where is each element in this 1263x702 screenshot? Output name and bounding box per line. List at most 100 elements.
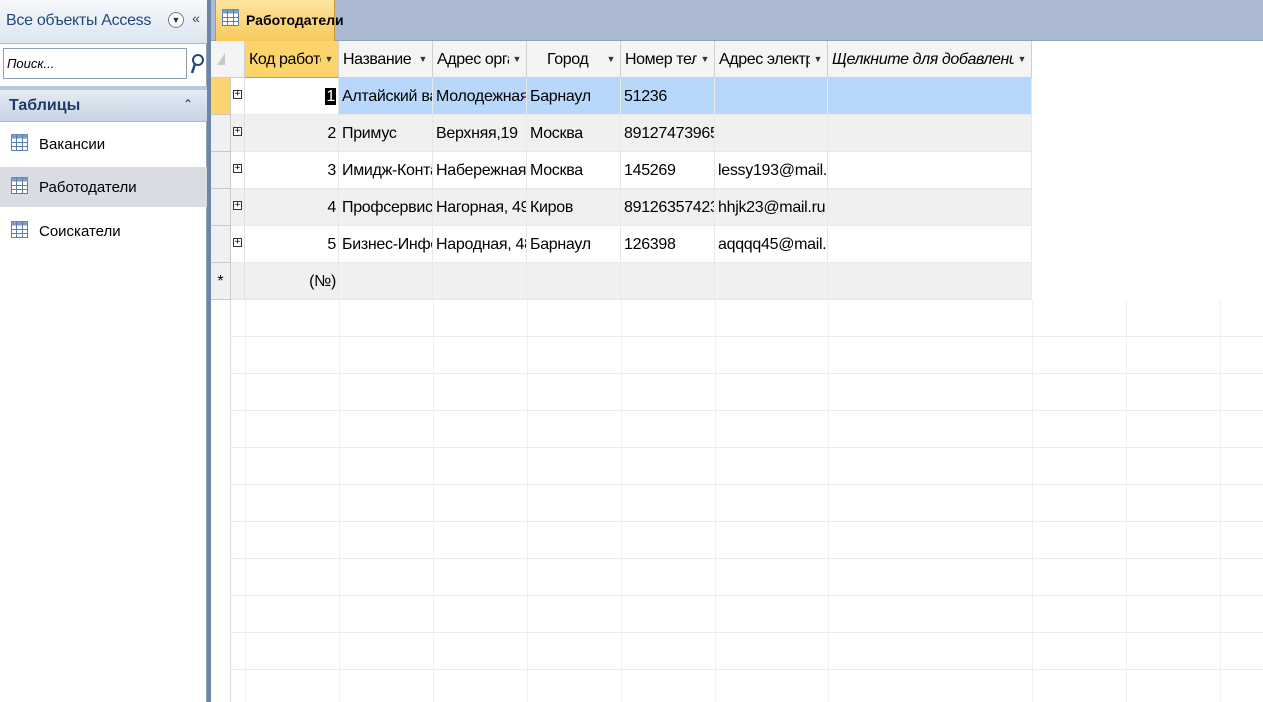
plus-icon[interactable]: + — [233, 127, 242, 136]
nav-item-applicants[interactable]: Соискатели — [0, 211, 207, 251]
record-selector[interactable] — [211, 189, 231, 226]
cell-add-field[interactable] — [828, 226, 1032, 263]
cell-phone[interactable]: 51236 — [621, 78, 715, 115]
cell-email[interactable]: lessy193@mail.ru — [715, 152, 828, 189]
document-tab-strip: Работодатели — [211, 0, 1263, 41]
new-record-marker[interactable]: * — [211, 263, 231, 300]
cell-phone[interactable]: 126398 — [621, 226, 715, 263]
cell-id[interactable]: 4 — [245, 189, 339, 226]
cell-address[interactable]: Молодежная, — [433, 78, 527, 115]
column-header-city[interactable]: Город ▼ — [527, 41, 621, 78]
column-header-id[interactable]: Код работо, ▼ — [245, 41, 339, 78]
column-header-email[interactable]: Адрес электрс ▼ — [715, 41, 828, 78]
double-chevron-left-icon[interactable]: « — [189, 10, 203, 30]
cell-add-field[interactable] — [828, 152, 1032, 189]
dropdown-arrow-icon[interactable]: ▼ — [697, 41, 709, 77]
cell-name[interactable]: Имидж-Конта — [339, 152, 433, 189]
cell-address[interactable]: Нагорная, 49 — [433, 189, 527, 226]
cell-add-field[interactable] — [828, 115, 1032, 152]
cell-city[interactable]: Москва — [527, 115, 621, 152]
record-selector[interactable] — [211, 78, 231, 115]
cell-city[interactable] — [527, 263, 621, 300]
record-selector[interactable] — [211, 226, 231, 263]
cell-address[interactable]: Верхняя,19 — [433, 115, 527, 152]
group-header-tables[interactable]: Таблицы ⌃ — [0, 90, 207, 122]
grid-line — [339, 300, 340, 702]
nav-header[interactable]: Все объекты Access ▼ « — [0, 0, 207, 44]
cell-address[interactable] — [433, 263, 527, 300]
datasheet: Код работо, ▼ Название ој ▼ Адрес оргаі ▼ Г… — [211, 41, 1263, 702]
cell-city[interactable]: Барнаул — [527, 78, 621, 115]
cell-id[interactable]: 3 — [245, 152, 339, 189]
column-header-name[interactable]: Название ој ▼ — [339, 41, 433, 78]
nav-item-employers[interactable]: Работодатели — [0, 167, 207, 207]
dropdown-arrow-icon[interactable]: ▼ — [1014, 41, 1026, 77]
record-selector[interactable] — [211, 152, 231, 189]
column-header-phone[interactable]: Номер теле ▼ — [621, 41, 715, 78]
double-chevron-up-icon[interactable]: ⌃ — [183, 97, 193, 111]
table-row[interactable]: + 2 Примус Верхняя,19 Москва 89127473965 — [211, 115, 1263, 152]
cell-email[interactable] — [715, 78, 828, 115]
column-header-add-field[interactable]: Щелкните для добавления ▼ — [828, 41, 1032, 78]
plus-icon[interactable]: + — [233, 164, 242, 173]
record-selector[interactable] — [211, 115, 231, 152]
cell-id[interactable]: 1 — [245, 78, 339, 115]
column-header-address[interactable]: Адрес оргаі ▼ — [433, 41, 527, 78]
cell-id[interactable]: 2 — [245, 115, 339, 152]
plus-icon[interactable]: + — [233, 201, 242, 210]
table-row[interactable]: + 5 Бизнес-Инфор Народная, 48 Барнаул 12… — [211, 226, 1263, 263]
dropdown-arrow-icon[interactable]: ▼ — [415, 41, 427, 77]
search-icon[interactable] — [189, 51, 205, 77]
nav-item-vacancies[interactable]: Вакансии — [0, 124, 207, 164]
subdatasheet-expander[interactable]: + — [231, 115, 245, 152]
cell-id-new[interactable]: (№) — [245, 263, 339, 300]
cell-name[interactable]: Бизнес-Инфор — [339, 226, 433, 263]
cell-city[interactable]: Барнаул — [527, 226, 621, 263]
cell-add-field[interactable] — [828, 189, 1032, 226]
subdatasheet-expander[interactable]: + — [231, 78, 245, 115]
column-header-label: Номер теле — [625, 51, 709, 68]
new-record-row[interactable]: * (№) — [211, 263, 1263, 300]
cell-email[interactable] — [715, 263, 828, 300]
cell-city[interactable]: Москва — [527, 152, 621, 189]
cell-phone[interactable]: 89127473965 — [621, 115, 715, 152]
cell-name[interactable]: Профсервис — [339, 189, 433, 226]
cell-add-field[interactable] — [828, 78, 1032, 115]
search-input[interactable] — [4, 49, 186, 78]
grid-line — [433, 300, 434, 702]
plus-icon[interactable]: + — [233, 238, 242, 247]
tab-employers[interactable]: Работодатели — [215, 0, 344, 41]
subdatasheet-expander[interactable]: + — [231, 189, 245, 226]
cell-address[interactable]: Набережная,2 — [433, 152, 527, 189]
dropdown-arrow-icon[interactable]: ▼ — [603, 41, 615, 77]
search-box[interactable] — [3, 48, 187, 79]
cell-name[interactable]: Алтайский ваг — [339, 78, 433, 115]
cell-phone[interactable] — [621, 263, 715, 300]
cell-name[interactable]: Примус — [339, 115, 433, 152]
plus-icon[interactable]: + — [233, 90, 242, 99]
nav-title[interactable]: Все объекты Access — [6, 12, 151, 30]
nav-item-label: Работодатели — [39, 179, 137, 196]
cell-phone[interactable]: 89126357423 — [621, 189, 715, 226]
cell-name[interactable] — [339, 263, 433, 300]
dropdown-arrow-icon[interactable]: ▼ — [321, 41, 333, 77]
table-row[interactable]: + 4 Профсервис Нагорная, 49 Киров 891263… — [211, 189, 1263, 226]
cell-id[interactable]: 5 — [245, 226, 339, 263]
subdatasheet-expander[interactable]: + — [231, 152, 245, 189]
table-row[interactable]: + 3 Имидж-Конта Набережная,2 Москва 1452… — [211, 152, 1263, 189]
table-icon — [222, 9, 239, 26]
select-all-corner[interactable] — [211, 41, 245, 78]
subdatasheet-expander[interactable]: + — [231, 226, 245, 263]
table-row[interactable]: + 1 Алтайский ваг Молодежная, Барнаул 51… — [211, 78, 1263, 115]
cell-address[interactable]: Народная, 48 — [433, 226, 527, 263]
cell-email[interactable]: hhjk23@mail.ru — [715, 189, 828, 226]
column-header-row: Код работо, ▼ Название ој ▼ Адрес оргаі ▼ Г… — [211, 41, 1263, 78]
cell-email[interactable] — [715, 115, 828, 152]
cell-add-field[interactable] — [828, 263, 1032, 300]
dropdown-arrow-icon[interactable]: ▼ — [509, 41, 521, 77]
cell-email[interactable]: aqqqq45@mail.ru — [715, 226, 828, 263]
dropdown-arrow-icon[interactable]: ▼ — [810, 41, 822, 77]
cell-city[interactable]: Киров — [527, 189, 621, 226]
cell-phone[interactable]: 145269 — [621, 152, 715, 189]
chevron-down-circle-icon[interactable]: ▼ — [168, 12, 184, 28]
